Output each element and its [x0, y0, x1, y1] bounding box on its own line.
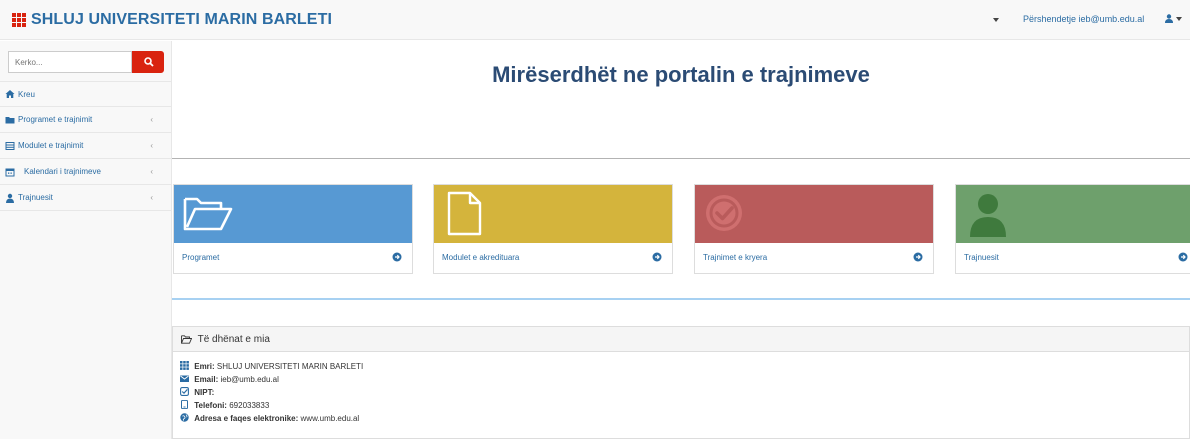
top-navbar: SHLUJ UNIVERSITETI MARIN BARLETI Përshen…	[0, 0, 1190, 40]
brand-title: SHLUJ UNIVERSITETI MARIN BARLETI	[31, 11, 332, 28]
my-data-panel: Të dhënat e mia Emri: SHLUJ UNIVERSITETI…	[172, 326, 1190, 439]
card-modulet[interactable]: Modulet e akredituara	[433, 184, 673, 274]
check-circle-icon	[706, 195, 742, 231]
info-row-phone: Telefoni: 692033833	[180, 400, 269, 410]
card-header	[174, 185, 412, 243]
folder-open-icon	[181, 335, 193, 344]
folder-open-icon	[183, 197, 233, 231]
info-label: Emri:	[194, 362, 215, 371]
sidebar-item-label: Kreu	[18, 89, 35, 99]
grid-icon	[12, 13, 26, 27]
folder-icon	[5, 116, 15, 123]
card-label: Trajnuesit	[964, 253, 999, 262]
grid-icon	[180, 361, 189, 370]
caret-down-icon	[1175, 16, 1182, 21]
card-programet[interactable]: Programet	[173, 184, 413, 274]
arrow-circle-right-icon[interactable]	[1178, 252, 1188, 262]
divider	[172, 298, 1190, 300]
info-row-email: Email: ieb@umb.edu.al	[180, 374, 279, 384]
arrow-circle-right-icon[interactable]	[392, 252, 402, 262]
panel-heading: Të dhënat e mia	[173, 327, 1189, 352]
info-label: Telefoni:	[194, 401, 227, 410]
search-icon	[144, 57, 154, 67]
info-label: Adresa e faqes elektronike:	[194, 414, 299, 423]
info-value: www.umb.edu.al	[300, 414, 360, 423]
card-label: Modulet e akredituara	[442, 253, 520, 262]
divider	[172, 158, 1190, 159]
user-icon	[1165, 14, 1173, 24]
user-menu-toggle[interactable]	[1165, 13, 1182, 24]
card-header	[956, 185, 1190, 243]
calendar-icon	[5, 168, 15, 176]
card-label: Trajnimet e kryera	[703, 253, 768, 262]
info-value: 692033833	[229, 401, 270, 410]
card-label: Programet	[182, 253, 220, 262]
card-header	[695, 185, 933, 243]
phone-icon	[181, 400, 188, 409]
info-label: Email:	[194, 375, 219, 384]
info-label: NIPT:	[194, 388, 215, 397]
arrow-circle-right-icon[interactable]	[652, 252, 662, 262]
info-row-website: Adresa e faqes elektronike: www.umb.edu.…	[180, 413, 359, 423]
card-trajnuesit[interactable]: Trajnuesit	[955, 184, 1190, 274]
sidebar-item-programet[interactable]: Programet e trajnimit ‹	[0, 107, 171, 133]
chevron-left-icon: ‹	[150, 141, 153, 150]
user-icon	[6, 193, 14, 203]
check-square-icon	[180, 387, 189, 396]
search-button[interactable]	[132, 51, 164, 73]
chevron-left-icon: ‹	[150, 167, 153, 176]
info-value: ieb@umb.edu.al	[220, 375, 279, 384]
card-trajnimet[interactable]: Trajnimet e kryera	[694, 184, 934, 274]
table-icon	[5, 141, 15, 150]
chevron-left-icon: ‹	[150, 115, 153, 124]
sidebar: Kreu Programet e trajnimit ‹ Modulet e t…	[0, 41, 172, 439]
sidebar-item-kalendari[interactable]: Kalendari i trajnimeve ‹	[0, 159, 171, 185]
sidebar-search	[8, 51, 164, 73]
greeting-link[interactable]: Përshendetje ieb@umb.edu.al	[1023, 14, 1144, 24]
card-footer: Programet	[174, 243, 412, 275]
sidebar-item-kreu[interactable]: Kreu	[0, 81, 171, 107]
card-footer: Trajnuesit	[956, 243, 1190, 275]
page-title: Mirëserdhët ne portalin e trajnimeve	[492, 62, 870, 87]
card-footer: Trajnimet e kryera	[695, 243, 933, 275]
info-value: SHLUJ UNIVERSITETI MARIN BARLETI	[216, 362, 364, 371]
info-row-nipt: NIPT:	[180, 387, 214, 397]
panel-title: Të dhënat e mia	[197, 334, 270, 345]
search-input[interactable]	[8, 51, 132, 73]
sidebar-item-label: Trajnuesit	[18, 193, 53, 202]
sidebar-item-label: Modulet e trajnimit	[18, 141, 84, 150]
info-row-name: Emri: SHLUJ UNIVERSITETI MARIN BARLETI	[180, 361, 363, 371]
card-header	[434, 185, 672, 243]
sidebar-item-trajnuesit[interactable]: Trajnuesit ‹	[0, 185, 171, 211]
sidebar-item-modulet[interactable]: Modulet e trajnimit ‹	[0, 133, 171, 159]
card-footer: Modulet e akredituara	[434, 243, 672, 275]
file-icon	[447, 191, 482, 236]
home-icon	[5, 90, 15, 98]
arrow-circle-right-icon[interactable]	[913, 252, 923, 262]
user-icon	[970, 194, 1006, 237]
sidebar-item-label: Kalendari i trajnimeve	[24, 167, 101, 176]
chevron-left-icon: ‹	[150, 193, 153, 202]
caret-down-icon	[993, 17, 999, 22]
brand[interactable]: SHLUJ UNIVERSITETI MARIN BARLETI	[12, 11, 332, 29]
envelope-icon	[180, 375, 189, 382]
notifications-dropdown-toggle[interactable]	[993, 14, 999, 24]
globe-icon	[180, 413, 189, 422]
sidebar-item-label: Programet e trajnimit	[18, 115, 93, 124]
